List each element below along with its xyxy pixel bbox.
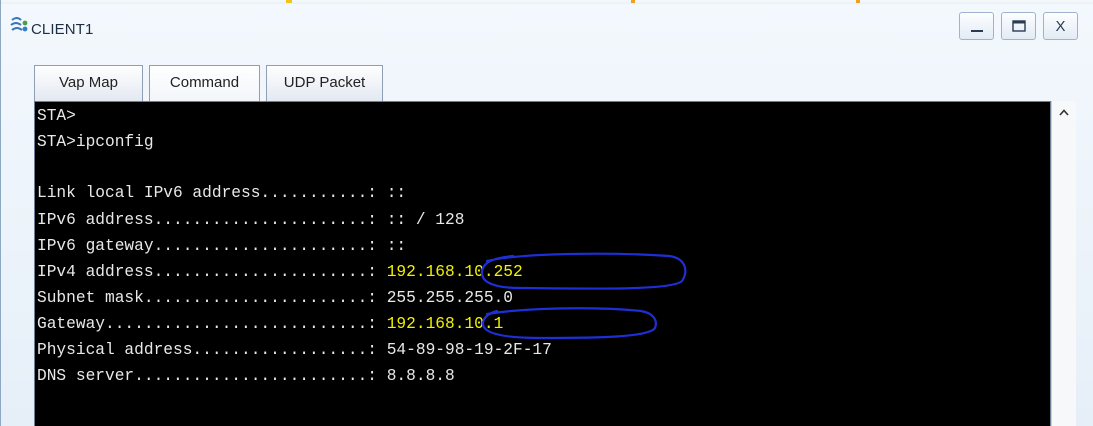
scroll-up-arrow-icon[interactable] [1052,101,1076,125]
console-label: Physical address..................: [37,341,387,359]
tab-command[interactable]: Command [149,65,260,101]
minimize-icon [971,30,983,32]
console-label: IPv4 address......................: [37,263,387,281]
console-label: IPv6 gateway......................: [37,237,387,255]
console-line: STA> [37,107,76,125]
console-line-subnet-mask: Subnet mask.......................: 255.… [37,286,513,310]
console-label: Link local IPv6 address...........: [37,184,387,202]
console-label: DNS server........................: [37,367,387,385]
console-value: 54-89-98-19-2F-17 [386,341,552,359]
console-line-gateway: Gateway...........................: 192.… [37,312,503,336]
minimize-button[interactable] [959,12,994,40]
console-line-ipv4-address: IPv4 address......................: 192.… [37,260,523,284]
ipv4-address-value: 192.168.10.252 [386,263,523,281]
console-value: 8.8.8.8 [386,367,455,385]
console-value: :: [386,184,407,202]
console-label: Subnet mask.......................: [37,289,387,307]
console-line-ipv6-address: IPv6 address......................: :: /… [37,208,464,232]
console-scrollbar[interactable] [1051,101,1076,426]
console-value: :: [386,237,407,255]
window-title: CLIENT1 [31,21,94,38]
console-line-link-local-ipv6: Link local IPv6 address...........: :: [37,181,406,205]
network-client-icon [9,17,31,33]
console-line-ipv6-gateway: IPv6 gateway......................: :: [37,234,406,258]
command-console[interactable]: STA> STA>ipconfig Link local IPv6 addres… [34,101,1051,426]
console-line: STA>ipconfig [37,133,154,151]
close-icon: X [1055,18,1066,35]
console-line-physical-address: Physical address..................: 54-8… [37,338,552,362]
console-value: 255.255.255.0 [386,289,514,307]
console-line-dns-server: DNS server........................: 8.8.… [37,364,455,388]
console-value: :: / 128 [386,211,465,229]
console-label: IPv6 address......................: [37,211,387,229]
close-button[interactable]: X [1043,12,1078,40]
console-label: Gateway...........................: [37,315,387,333]
gateway-value: 192.168.10.1 [386,315,504,333]
client1-window: CLIENT1 X Vap Map Command UDP Packet STA… [0,0,1093,426]
tab-udp-packet[interactable]: UDP Packet [266,65,383,101]
title-bar[interactable]: CLIENT1 X [1,4,1093,41]
maximize-button[interactable] [1001,12,1036,40]
maximize-icon [1012,20,1026,32]
tab-vap-map[interactable]: Vap Map [34,65,143,101]
